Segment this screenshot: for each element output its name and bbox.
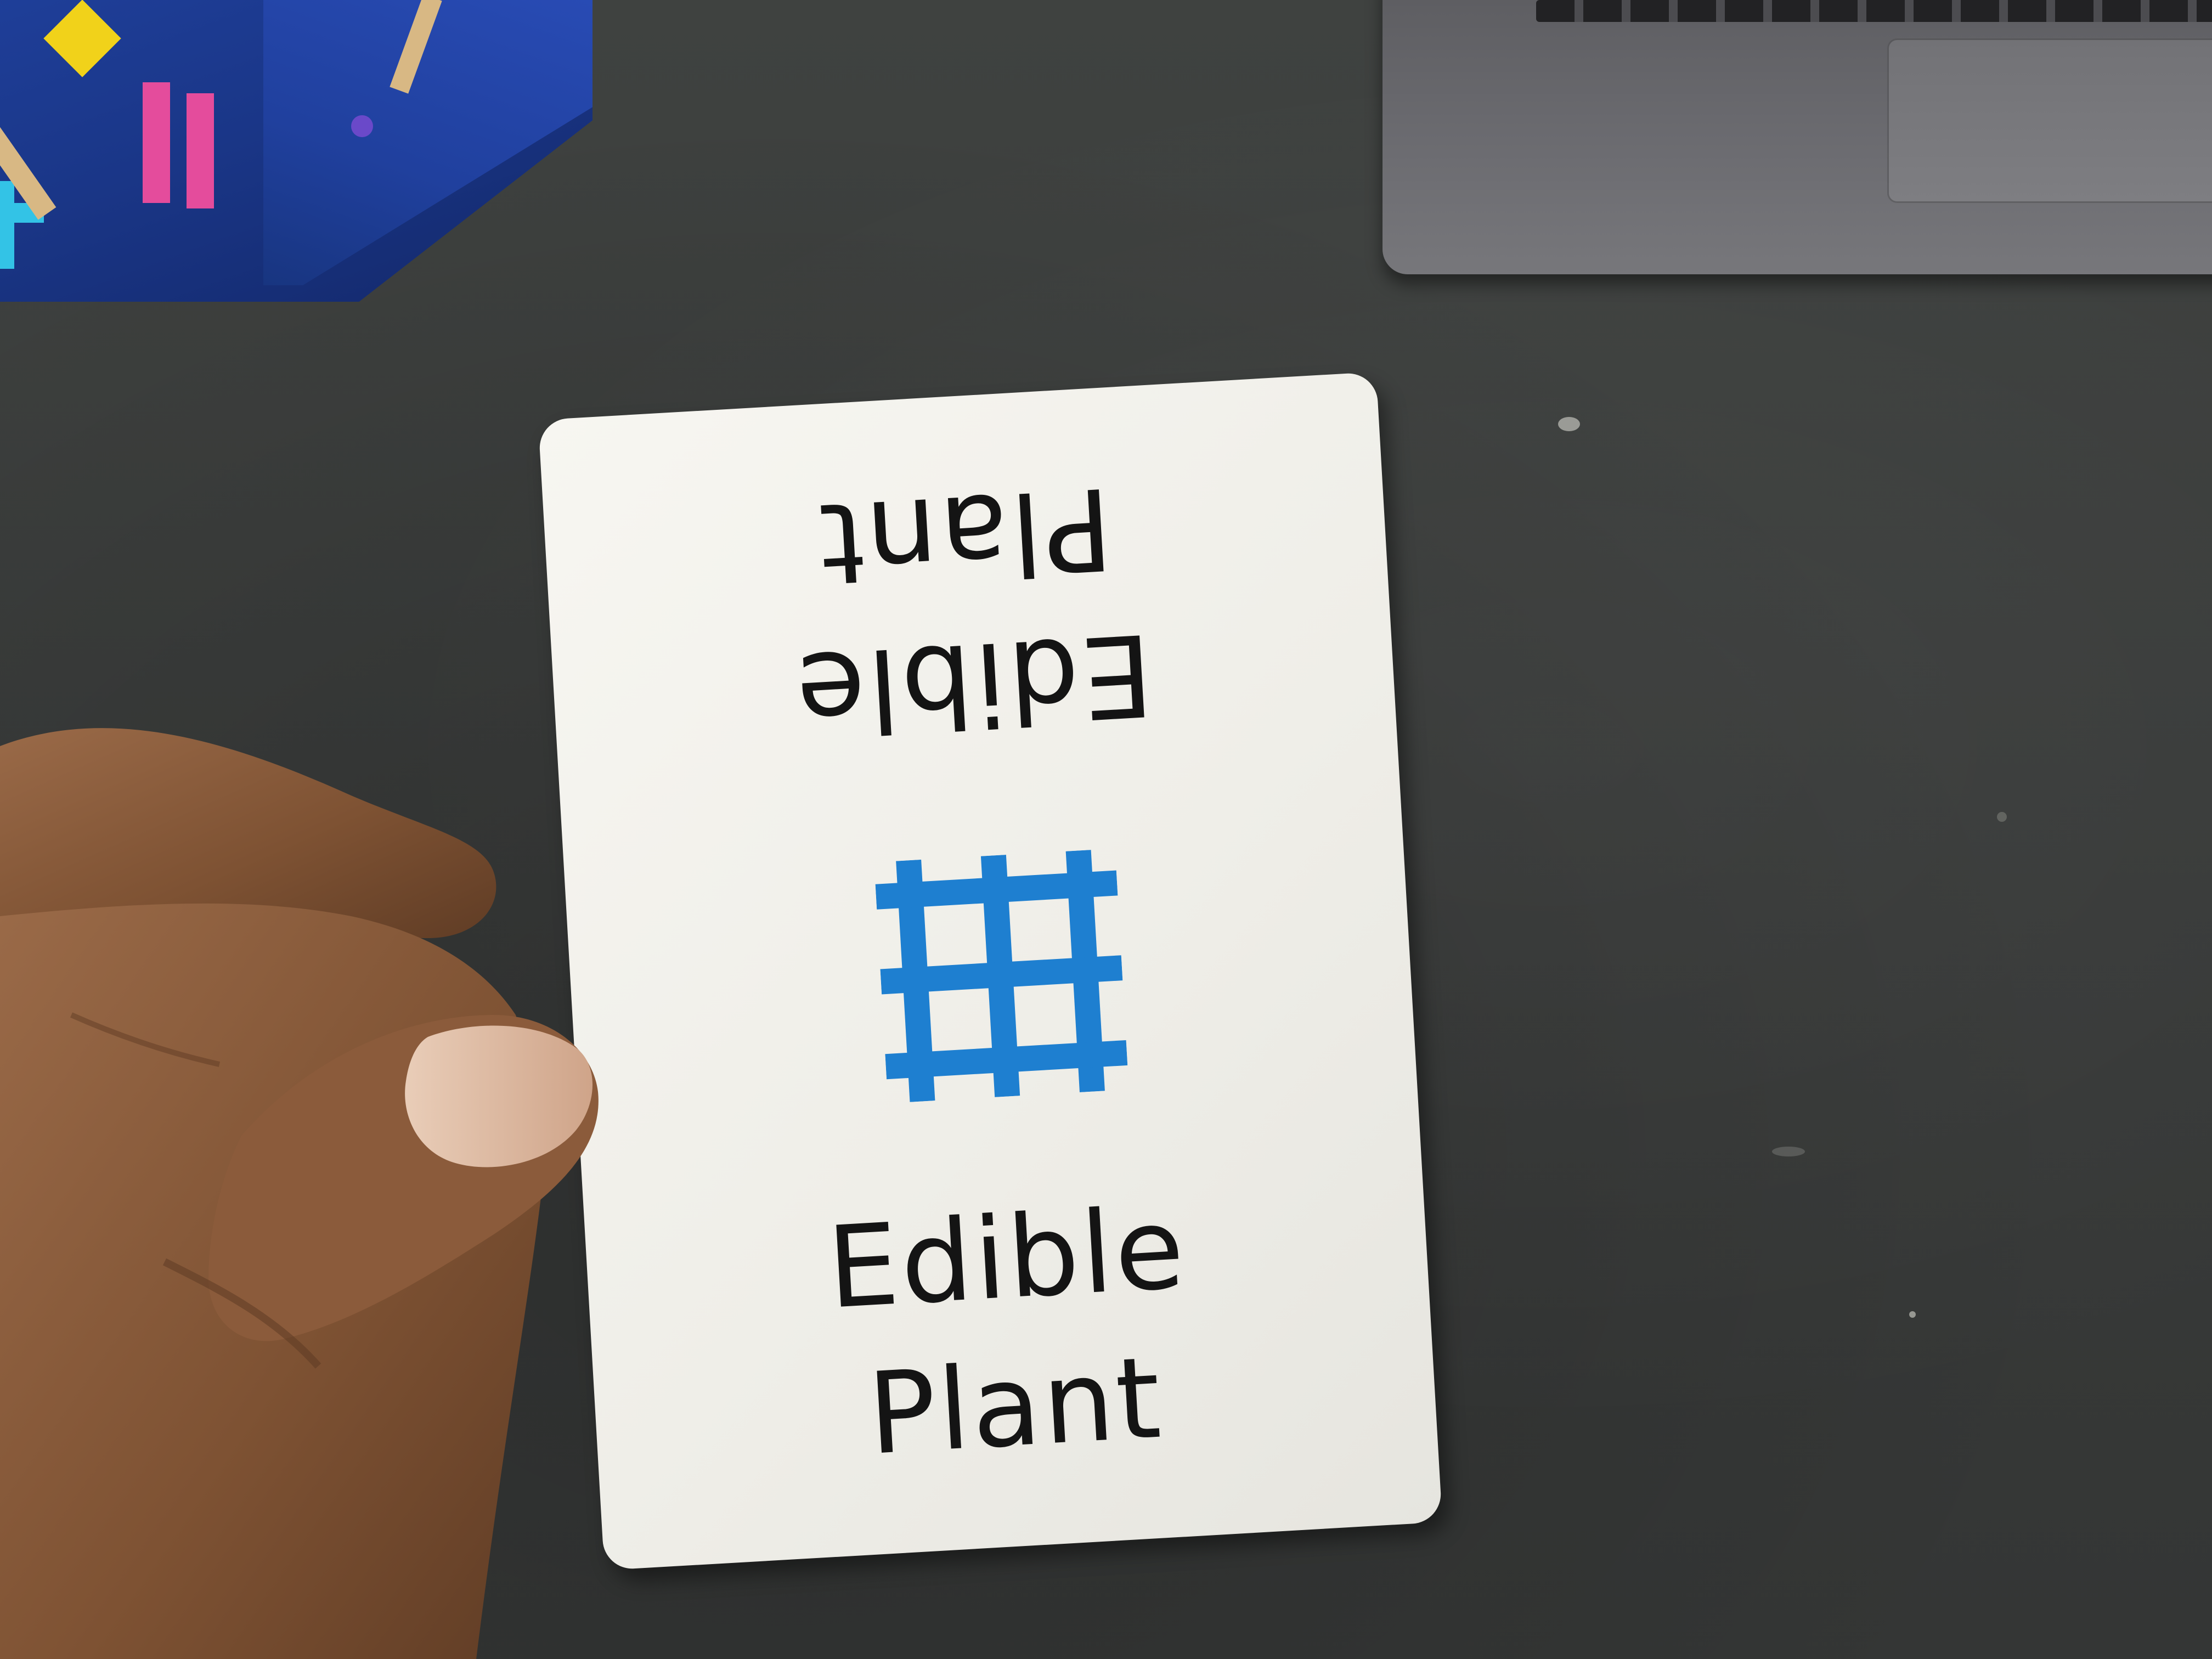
cyan-plus-shape — [0, 181, 14, 269]
laptop — [1383, 0, 2212, 274]
grid-hash-icon — [875, 850, 1128, 1102]
desk-speck — [1772, 1147, 1805, 1156]
yellow-diamond-shape — [43, 0, 121, 77]
desk-speck — [1909, 1311, 1916, 1318]
game-box-side — [263, 0, 592, 285]
purple-dot-shape — [351, 115, 373, 137]
game-box — [0, 0, 592, 302]
photo-scene: Edible Plant Edible Plant — [0, 0, 2212, 1659]
desk-speck — [1558, 417, 1580, 431]
hand — [0, 728, 599, 1659]
desk-speck — [1997, 812, 2007, 822]
pink-bar-shape — [187, 93, 214, 208]
laptop-keyboard — [1536, 0, 2212, 22]
pink-bar-shape — [143, 82, 170, 203]
laptop-trackpad — [1887, 38, 2212, 203]
